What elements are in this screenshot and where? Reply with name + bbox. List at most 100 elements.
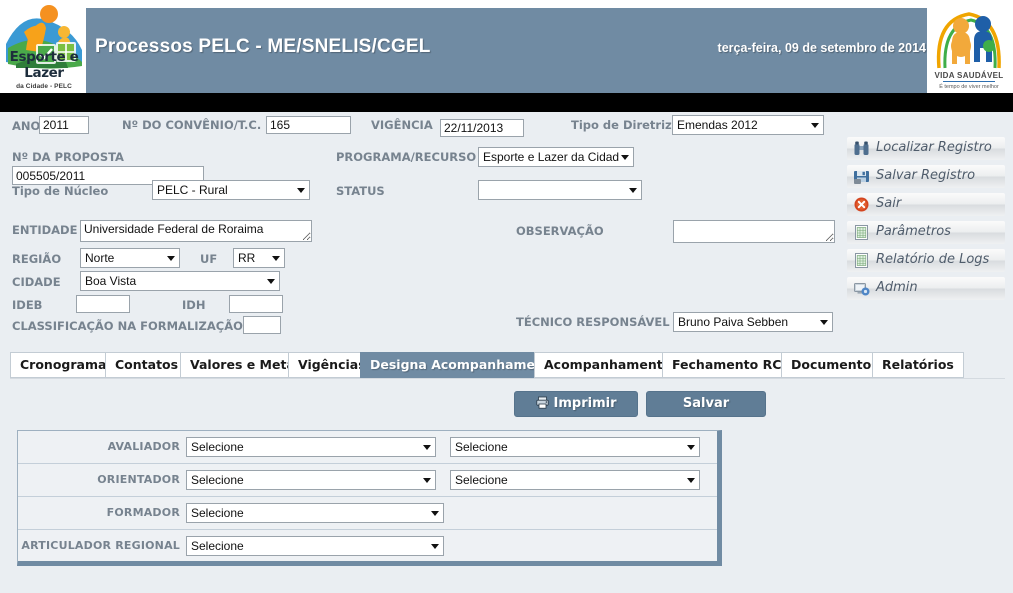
chevron-down-icon xyxy=(431,544,439,549)
label-uf: UF xyxy=(200,252,218,266)
formador-value-1: Selecione xyxy=(191,506,244,520)
logo-vida-saudavel: VIDA SAUDÁVEL É tempo de viver melhor xyxy=(927,2,1011,93)
imprimir-label: Imprimir xyxy=(553,396,617,411)
tab-acompanhamento[interactable]: Acompanhamento xyxy=(534,352,682,378)
logo-esporte-e-lazer: Esporte e Lazer da Cidade - PELC xyxy=(2,0,86,93)
label-tipo-diretriz: Tipo de Diretriz xyxy=(571,118,672,132)
designation-row-avaliador: AVALIADOR Selecione Selecione xyxy=(18,431,717,464)
save-disk-icon xyxy=(853,168,870,185)
cidade-select[interactable]: Boa Vista xyxy=(80,271,280,291)
label-vigencia: VIGÊNCIA xyxy=(371,118,433,132)
vigencia-input[interactable] xyxy=(440,119,524,137)
tipo-diretriz-select[interactable]: Emendas 2012 xyxy=(672,115,824,135)
menu-item-sair[interactable]: Sair xyxy=(847,193,1005,216)
tab-cronograma[interactable]: Cronograma xyxy=(10,352,117,378)
menu-item-parametros[interactable]: Parâmetros xyxy=(847,221,1005,244)
header-divider-bar xyxy=(0,93,1013,112)
orientador-value-1: Selecione xyxy=(191,473,244,487)
uf-select[interactable]: RR xyxy=(233,248,285,268)
convenio-input[interactable] xyxy=(266,116,351,134)
chevron-down-icon xyxy=(167,256,175,261)
classificacao-input[interactable] xyxy=(243,316,281,334)
avaliador-select-1[interactable]: Selecione xyxy=(186,437,436,457)
chevron-down-icon xyxy=(272,256,280,261)
chevron-down-icon xyxy=(811,123,819,128)
label-classificacao: CLASSIFICAÇÃO NA FORMALIZAÇÃO xyxy=(12,319,243,333)
regiao-value: Norte xyxy=(85,251,115,265)
logo-right-title: VIDA SAUDÁVEL xyxy=(934,71,1004,80)
logo-right-graphic xyxy=(927,2,1011,74)
entidade-textarea[interactable] xyxy=(80,220,312,242)
chevron-down-icon xyxy=(267,279,275,284)
orientador-select-2[interactable]: Selecione xyxy=(450,470,700,490)
designation-row-label: ORIENTADOR xyxy=(97,473,180,486)
cidade-value: Boa Vista xyxy=(85,274,137,288)
menu-item-admin[interactable]: Admin xyxy=(847,277,1005,300)
chevron-down-icon xyxy=(431,511,439,516)
menu-item-relatorio-de-logs[interactable]: Relatório de Logs xyxy=(847,249,1005,272)
logo-left-title: Esporte e Lazer xyxy=(9,49,79,81)
header-date: terça-feira, 09 de setembro de 2014 xyxy=(717,41,926,55)
chevron-down-icon xyxy=(423,445,431,450)
tipo-nucleo-value: PELC - Rural xyxy=(157,183,228,197)
tipo-nucleo-select[interactable]: PELC - Rural xyxy=(152,180,310,200)
label-status: STATUS xyxy=(336,184,385,198)
idh-input[interactable] xyxy=(229,295,283,313)
tab-bar-underline xyxy=(10,378,1005,385)
designation-row-label: AVALIADOR xyxy=(107,440,180,453)
chevron-down-icon xyxy=(297,188,305,193)
binoculars-icon xyxy=(853,140,870,157)
avaliador-select-2[interactable]: Selecione xyxy=(450,437,700,457)
regiao-select[interactable]: Norte xyxy=(80,248,180,268)
tab-relatorios[interactable]: Relatórios xyxy=(872,352,964,378)
chevron-down-icon xyxy=(687,478,695,483)
printer-icon xyxy=(535,394,549,418)
logo-right-subtitle: É tempo de viver melhor xyxy=(939,84,999,90)
chevron-down-icon xyxy=(820,320,828,325)
action-menu: Localizar Registro Salvar Registro Sair … xyxy=(847,137,1005,305)
orientador-select-1[interactable]: Selecione xyxy=(186,470,436,490)
menu-item-localizar-registro[interactable]: Localizar Registro xyxy=(847,137,1005,160)
page-body: ANO Nº DO CONVÊNIO/T.C. VIGÊNCIA Tipo de… xyxy=(4,112,1009,593)
designation-row-label: ARTICULADOR REGIONAL xyxy=(21,539,180,552)
imprimir-button[interactable]: Imprimir xyxy=(514,391,638,417)
observacao-textarea[interactable] xyxy=(673,220,835,243)
page-header: Esporte e Lazer da Cidade - PELC Process… xyxy=(0,0,1013,93)
tab-contatos[interactable]: Contatos xyxy=(105,352,189,378)
menu-item-label: Relatório de Logs xyxy=(876,252,990,267)
orientador-value-2: Selecione xyxy=(455,473,508,487)
menu-item-label: Parâmetros xyxy=(876,224,951,239)
page-title: Processos PELC - ME/SNELIS/CGEL xyxy=(95,36,431,57)
ano-input[interactable] xyxy=(39,116,89,134)
tab-bar: Cronograma Contatos Valores e Metas Vigê… xyxy=(10,352,1005,378)
label-programa: PROGRAMA/RECURSO xyxy=(336,150,477,164)
ideb-input[interactable] xyxy=(76,295,130,313)
label-idh: IDH xyxy=(182,298,206,312)
salvar-button[interactable]: Salvar xyxy=(646,391,766,417)
document-icon xyxy=(853,252,870,269)
record-form: ANO Nº DO CONVÊNIO/T.C. VIGÊNCIA Tipo de… xyxy=(4,112,1009,342)
menu-item-salvar-registro[interactable]: Salvar Registro xyxy=(847,165,1005,188)
label-tipo-nucleo: Tipo de Núcleo xyxy=(12,184,109,198)
designation-row-formador: FORMADOR Selecione xyxy=(18,497,717,530)
chevron-down-icon xyxy=(423,478,431,483)
label-cidade: CIDADE xyxy=(12,275,61,289)
label-ano: ANO xyxy=(12,119,41,133)
designation-panel: AVALIADOR Selecione Selecione ORIENTADOR… xyxy=(17,430,722,566)
status-select[interactable] xyxy=(478,180,642,200)
label-proposta: Nº DA PROPOSTA xyxy=(12,150,124,164)
articulador-regional-select-1[interactable]: Selecione xyxy=(186,536,444,556)
chevron-down-icon xyxy=(621,155,629,160)
label-observacao: OBSERVAÇÃO xyxy=(516,224,604,238)
formador-select-1[interactable]: Selecione xyxy=(186,503,444,523)
exit-error-icon xyxy=(853,196,870,213)
programa-value: Esporte e Lazer da Cidad xyxy=(483,150,620,164)
designation-row-articulador-regional: ARTICULADOR REGIONAL Selecione xyxy=(18,530,717,563)
menu-item-label: Admin xyxy=(876,280,918,295)
programa-select[interactable]: Esporte e Lazer da Cidad xyxy=(478,147,634,167)
articulador-regional-value-1: Selecione xyxy=(191,539,244,553)
logo-right-underline xyxy=(943,81,995,82)
tecnico-select[interactable]: Bruno Paiva Sebben xyxy=(673,312,833,332)
label-ideb: IDEB xyxy=(12,298,43,312)
label-tecnico: TÉCNICO RESPONSÁVEL xyxy=(516,315,670,329)
